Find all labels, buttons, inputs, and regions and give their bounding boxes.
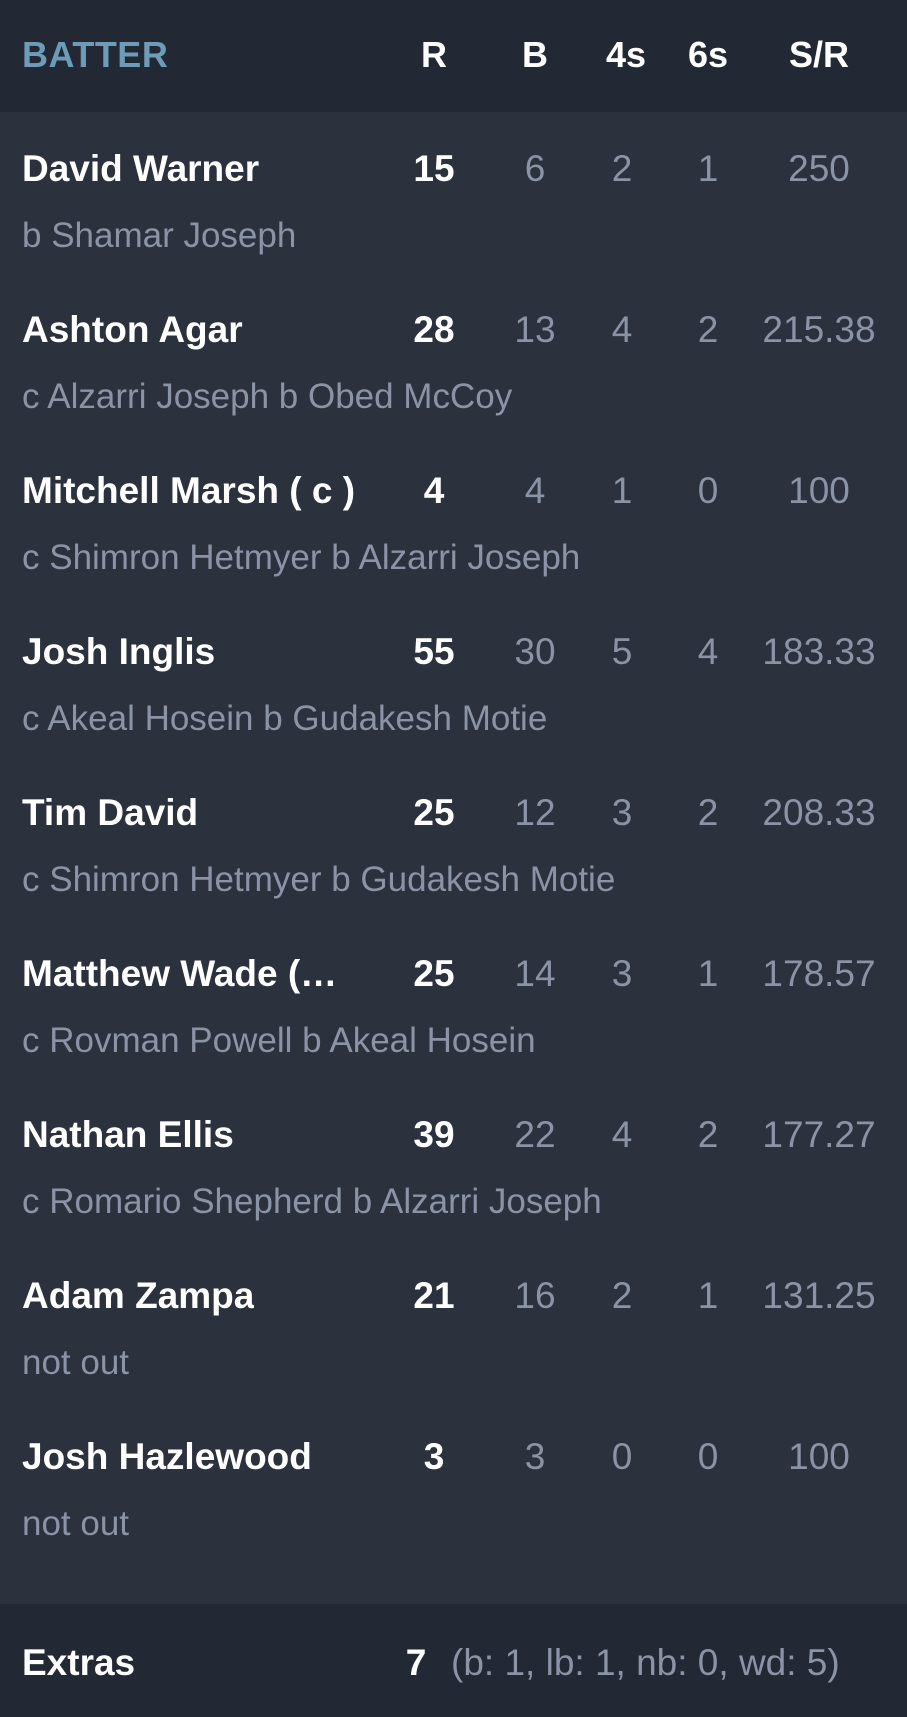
batter-row[interactable]: Tim David 25 12 3 2 208.33 c Shimron Het… <box>0 756 907 917</box>
batter-name: Adam Zampa <box>22 1275 255 1316</box>
batter-fours: 4 <box>611 309 633 350</box>
sixes-column-header: 6s <box>687 34 729 75</box>
batter-runs: 21 <box>413 1275 455 1316</box>
batter-fours: 5 <box>611 631 633 672</box>
batter-fours: 2 <box>611 1275 633 1316</box>
batter-dismissal: c Shimron Hetmyer b Alzarri Joseph <box>22 538 581 577</box>
extras-breakdown: (b: 1, lb: 1, nb: 0, wd: 5) <box>451 1642 840 1683</box>
batter-strike-rate: 208.33 <box>762 792 876 833</box>
batter-row[interactable]: Matthew Wade (… 25 14 3 1 178.57 c Rovma… <box>0 917 907 1078</box>
extras-row: Extras 7 (b: 1, lb: 1, nb: 0, wd: 5) <box>0 1604 907 1717</box>
batter-name: Matthew Wade (… <box>22 953 338 994</box>
batter-balls: 6 <box>524 148 546 189</box>
extras-total: 7 <box>405 1642 427 1683</box>
batter-runs: 15 <box>413 148 455 189</box>
batter-row[interactable]: Adam Zampa 21 16 2 1 131.25 not out <box>0 1239 907 1400</box>
batter-row[interactable]: Nathan Ellis 39 22 4 2 177.27 c Romario … <box>0 1078 907 1239</box>
batter-dismissal: not out <box>22 1504 130 1543</box>
scorecard-header: BATTER R B 4s 6s S/R <box>0 0 907 112</box>
batter-runs: 25 <box>413 953 455 994</box>
batter-balls: 12 <box>514 792 556 833</box>
batter-fours: 3 <box>611 953 633 994</box>
batting-list: David Warner 15 6 2 1 250 b Shamar Josep… <box>0 112 907 1604</box>
batter-balls: 16 <box>514 1275 556 1316</box>
batter-sixes: 1 <box>697 148 719 189</box>
batter-strike-rate: 178.57 <box>762 953 876 994</box>
batter-strike-rate: 131.25 <box>762 1275 876 1316</box>
extras-label: Extras <box>22 1642 136 1683</box>
runs-column-header: R <box>421 34 447 75</box>
batter-balls: 13 <box>514 309 556 350</box>
batter-sixes: 0 <box>697 470 719 511</box>
batter-row[interactable]: Josh Hazlewood 3 3 0 0 100 not out <box>0 1400 907 1561</box>
batter-sixes: 2 <box>697 1114 719 1155</box>
batter-name: Mitchell Marsh ( c ) <box>22 470 356 511</box>
batter-dismissal: c Romario Shepherd b Alzarri Joseph <box>22 1182 602 1221</box>
batter-balls: 4 <box>524 470 546 511</box>
batter-name: Ashton Agar <box>22 309 243 350</box>
batter-fours: 4 <box>611 1114 633 1155</box>
batter-dismissal: c Rovman Powell b Akeal Hosein <box>22 1021 536 1060</box>
batter-dismissal: b Shamar Joseph <box>22 216 297 255</box>
batter-runs: 55 <box>413 631 455 672</box>
batter-name: Josh Inglis <box>22 631 216 672</box>
batter-dismissal: c Akeal Hosein b Gudakesh Motie <box>22 699 548 738</box>
batter-name: David Warner <box>22 148 260 189</box>
batter-row[interactable]: Mitchell Marsh ( c ) 4 4 1 0 100 c Shimr… <box>0 434 907 595</box>
batter-runs: 25 <box>413 792 455 833</box>
strike-rate-column-header: S/R <box>788 34 850 75</box>
batter-balls: 22 <box>514 1114 556 1155</box>
batter-name: Josh Hazlewood <box>22 1436 312 1477</box>
batter-runs: 4 <box>423 470 445 511</box>
batter-strike-rate: 250 <box>788 148 850 189</box>
batter-strike-rate: 100 <box>788 470 850 511</box>
batter-strike-rate: 177.27 <box>762 1114 876 1155</box>
batter-fours: 0 <box>611 1436 633 1477</box>
batter-fours: 2 <box>611 148 633 189</box>
batter-dismissal: c Alzarri Joseph b Obed McCoy <box>22 377 513 416</box>
batter-runs: 39 <box>413 1114 455 1155</box>
fours-column-header: 4s <box>605 34 647 75</box>
batter-strike-rate: 183.33 <box>762 631 876 672</box>
batter-fours: 1 <box>611 470 633 511</box>
batter-sixes: 0 <box>697 1436 719 1477</box>
batter-balls: 30 <box>514 631 556 672</box>
batter-dismissal: not out <box>22 1343 130 1382</box>
balls-column-header: B <box>522 34 548 75</box>
batter-sixes: 2 <box>697 792 719 833</box>
batter-dismissal: c Shimron Hetmyer b Gudakesh Motie <box>22 860 616 899</box>
batter-row[interactable]: Ashton Agar 28 13 4 2 215.38 c Alzarri J… <box>0 273 907 434</box>
batter-strike-rate: 215.38 <box>762 309 876 350</box>
batter-runs: 3 <box>423 1436 445 1477</box>
batter-name: Tim David <box>22 792 199 833</box>
batter-sixes: 4 <box>697 631 719 672</box>
batter-balls: 14 <box>514 953 556 994</box>
batter-column-header: BATTER <box>22 34 169 75</box>
batter-runs: 28 <box>413 309 455 350</box>
batter-balls: 3 <box>524 1436 546 1477</box>
batter-fours: 3 <box>611 792 633 833</box>
batter-row[interactable]: David Warner 15 6 2 1 250 b Shamar Josep… <box>0 112 907 273</box>
batter-strike-rate: 100 <box>788 1436 850 1477</box>
batter-name: Nathan Ellis <box>22 1114 234 1155</box>
batter-sixes: 1 <box>697 1275 719 1316</box>
batter-sixes: 1 <box>697 953 719 994</box>
batter-row[interactable]: Josh Inglis 55 30 5 4 183.33 c Akeal Hos… <box>0 595 907 756</box>
batter-sixes: 2 <box>697 309 719 350</box>
